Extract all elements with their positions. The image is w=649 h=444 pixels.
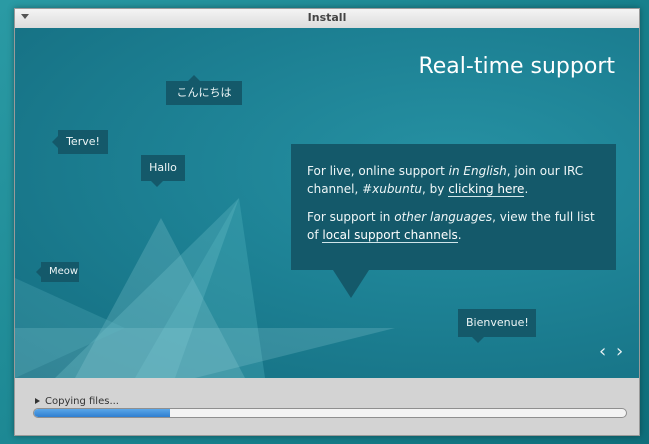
slideshow-slide: Real-time support こんにちは Terve! Hallo Meo… (15, 28, 639, 378)
window-title: Install (307, 11, 347, 24)
slide-title: Real-time support (418, 54, 615, 79)
next-slide-button[interactable]: › (616, 342, 623, 362)
greeting-bubble-cat: Meow (36, 262, 79, 282)
expand-arrow-icon[interactable] (35, 398, 40, 404)
greeting-text: Hallo (149, 161, 177, 174)
greeting-text: Meow (49, 266, 79, 277)
support-info-box: For live, online support in English, joi… (291, 144, 616, 298)
progress-fill (34, 409, 171, 417)
support-paragraph-english: For live, online support in English, joi… (307, 164, 584, 197)
status-footer: Copying files... (15, 378, 639, 435)
local-support-link[interactable]: local support channels (322, 228, 458, 243)
greeting-bubble-french: Bienvenue! (458, 309, 536, 343)
greeting-text: Terve! (66, 135, 100, 148)
status-row: Copying files... (35, 396, 119, 407)
previous-slide-button[interactable]: ‹ (599, 342, 606, 362)
title-bar: Install (15, 9, 639, 29)
support-paragraph-other: For support in other languages, view the… (307, 210, 595, 243)
status-label: Copying files... (45, 396, 119, 407)
irc-link[interactable]: clicking here (448, 182, 525, 197)
installer-window: Install Real-time support こんにちは Terve! H… (14, 8, 640, 436)
info-box-tail (333, 270, 369, 298)
greeting-text: こんにちは (176, 86, 232, 99)
greeting-text: Bienvenue! (466, 316, 529, 329)
greeting-bubble-german: Hallo (141, 155, 185, 187)
greeting-bubble-japanese: こんにちは (166, 75, 242, 105)
progress-bar (33, 408, 627, 418)
greeting-bubble-finnish: Terve! (52, 130, 108, 154)
